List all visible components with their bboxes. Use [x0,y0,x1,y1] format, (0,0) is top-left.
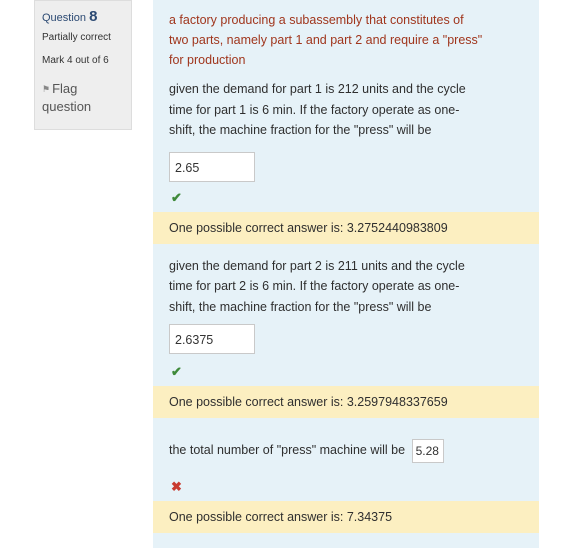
part1-feedback: One possible correct answer is: 3.275244… [153,211,539,244]
question-grade: Mark 4 out of 6 [42,55,109,66]
question-label: Question [42,12,87,24]
question-info-box: Question 8 Partially correct Mark 4 out … [34,0,132,130]
part1-line-1: given the demand for part 1 is 212 units… [169,82,466,96]
part3-answer-input[interactable]: 5.28 [411,438,444,463]
intro-line-2: two parts, namely part 1 and part 2 and … [169,33,483,47]
question-intro: a factory producing a subassembly that c… [169,10,523,70]
question-number: 8 [89,8,98,25]
flag-icon: ⚑ [42,84,51,94]
part3-feedback: One possible correct answer is: 7.34375 [153,501,539,533]
question-content: a factory producing a subassembly that c… [153,0,539,548]
flag-label-line2: question [42,99,92,114]
part2-feedback: One possible correct answer is: 3.259794… [153,386,539,418]
part1-correct-icon: ✔ [171,189,182,205]
flag-label-line1: Flag [52,81,78,96]
question-number-line: Question 8 [42,9,124,26]
part1-line-2: time for part 1 is 6 min. If the factory… [169,102,460,117]
intro-line-3: for production [169,53,246,67]
part1-answer-input[interactable]: 2.65 [169,151,255,182]
part3-row: the total number of "press" machine will… [169,435,523,465]
part3-incorrect-icon: ✖ [171,479,182,494]
part1-text: given the demand for part 1 is 212 units… [169,79,523,141]
part2-answer-input[interactable]: 2.6375 [169,324,255,354]
intro-line-1: a factory producing a subassembly that c… [169,13,464,27]
part2-text: given the demand for part 2 is 211 units… [169,256,523,318]
part2-correct-icon: ✔ [171,364,182,379]
part2-line-2: time for part 2 is 6 min. If the factory… [169,279,460,293]
part2-line-1: given the demand for part 2 is 211 units… [169,258,465,273]
flag-question-button[interactable]: ⚑ Flag question [42,80,124,115]
part2-line-3: shift, the machine fraction for the "pre… [169,299,432,314]
part1-line-3: shift, the machine fraction for the "pre… [169,123,432,137]
question-state: Partially correct [42,32,111,43]
part3-text: the total number of "press" machine will… [169,443,406,457]
quiz-page: Question 8 Partially correct Mark 4 out … [0,0,576,554]
